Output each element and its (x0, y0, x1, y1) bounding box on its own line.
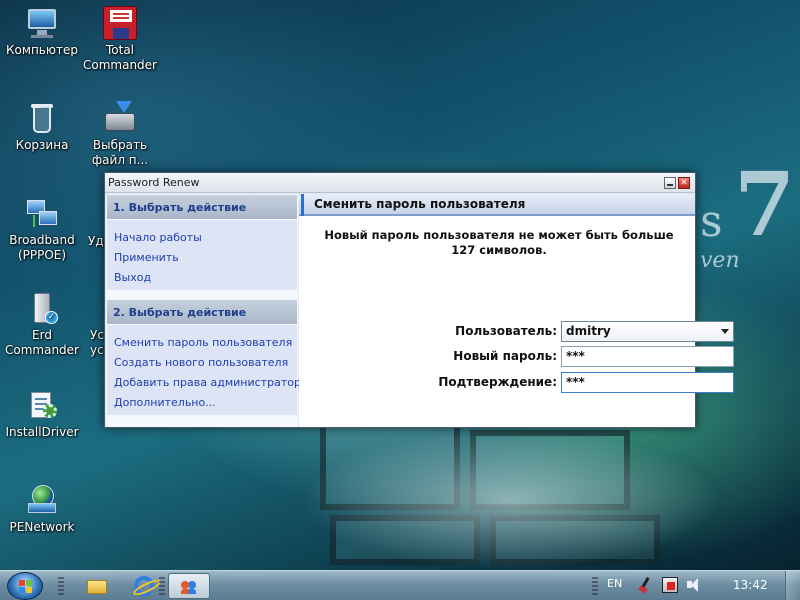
user-label: Пользователь: (455, 324, 557, 338)
info-text: Новый пароль пользователя не может быть … (324, 228, 674, 257)
password-renew-task-button[interactable] (168, 573, 210, 599)
computer-icon (25, 6, 59, 40)
clock[interactable]: 13:42 (733, 578, 768, 592)
window-title: Password Renew (108, 176, 200, 189)
sidebar-link-change-password[interactable]: Сменить пароль пользователя (114, 336, 292, 349)
sidebar-link-start[interactable]: Начало работы (114, 231, 202, 244)
main-panel: Сменить пароль пользователя Новый пароль… (299, 194, 734, 427)
close-button[interactable]: ✕ (678, 177, 690, 189)
select-file-icon (103, 101, 137, 135)
desktop-icon-erd-commander[interactable]: ✓ Erd Commander (0, 291, 84, 358)
main-heading: Сменить пароль пользователя (299, 194, 695, 216)
minimize-button[interactable] (664, 177, 676, 189)
desktop-icon-label: Total Commander (83, 43, 157, 72)
desktop-icon-label: Корзина (15, 138, 69, 152)
cleanup-icon[interactable] (638, 577, 654, 593)
desktop-icon-select-file[interactable]: Выбрать файл п... (78, 101, 162, 168)
sidebar-link-create-user[interactable]: Создать нового пользователя (114, 356, 288, 369)
chevron-down-icon (721, 329, 729, 334)
user-select[interactable]: dmitry (561, 321, 734, 342)
sidebar-link-apply[interactable]: Применить (114, 251, 179, 264)
internet-explorer-button[interactable] (130, 575, 156, 597)
close-icon: ✕ (680, 178, 688, 188)
wallpaper-brand-seven: 7 (734, 152, 796, 256)
start-icon (19, 580, 33, 593)
wallpaper-brand-s: s (700, 196, 723, 247)
desktop-icon-total-commander[interactable]: Total Commander (78, 6, 162, 73)
confirm-password-field[interactable]: *** (561, 372, 734, 393)
desktop-icon-label: InstallDriver (5, 425, 79, 439)
network-tray-icon[interactable] (662, 577, 678, 593)
taskbar-grip[interactable] (159, 577, 165, 595)
user-select-value: dmitry (566, 324, 611, 338)
language-indicator[interactable]: EN (607, 577, 622, 590)
taskbar-grip[interactable] (592, 577, 598, 595)
desktop-icon-label: Broadband (PPPOE) (9, 233, 75, 262)
new-password-value: *** (566, 349, 585, 363)
desktop-icon-label: Компьютер (6, 43, 78, 57)
show-desktop-button[interactable] (785, 571, 800, 600)
desktop-icon-label: Erd Commander (5, 328, 79, 357)
sidebar-section-1-body: Начало работы Применить Выход (107, 220, 297, 290)
desktop-icon-label: PENetwork (9, 520, 75, 534)
desktop-icon-broadband[interactable]: Broadband (PPPOE) (0, 196, 84, 263)
desktop-icon-install-driver[interactable]: InstallDriver (0, 388, 84, 440)
sidebar-section-2-body: Сменить пароль пользователя Создать ново… (107, 325, 308, 415)
explorer-folder-button[interactable] (84, 575, 110, 597)
taskbar: EN 13:42 (0, 570, 800, 600)
start-button[interactable] (7, 572, 43, 600)
explorer-folder-icon (87, 580, 107, 594)
window-titlebar[interactable]: Password Renew ✕ (105, 173, 695, 193)
password-renew-window: Password Renew ✕ 1. Выбрать действие Нач… (104, 172, 734, 428)
sidebar-link-exit[interactable]: Выход (114, 271, 151, 284)
sidebar-section-1-header: 1. Выбрать действие (107, 195, 297, 219)
floppy-icon (103, 6, 137, 40)
sidebar-link-more[interactable]: Дополнительно... (114, 396, 216, 409)
recycle-bin-icon (25, 101, 59, 135)
new-password-label: Новый пароль: (453, 349, 557, 363)
sidebar: 1. Выбрать действие Начало работы Примен… (106, 194, 308, 427)
wallpaper-light (300, 430, 720, 570)
install-driver-icon (25, 388, 59, 422)
desktop-icon-computer[interactable]: Компьютер (0, 6, 84, 58)
sidebar-section-2-header: 2. Выбрать действие (107, 300, 297, 324)
confirm-password-label: Подтверждение: (438, 375, 557, 389)
pe-network-icon (25, 483, 59, 517)
volume-icon[interactable] (686, 577, 702, 593)
taskbar-grip[interactable] (58, 577, 64, 595)
desktop-icon-recycle-bin[interactable]: Корзина (0, 101, 84, 153)
desktop-icon-label: Выбрать файл п... (91, 138, 149, 167)
password-renew-task-icon (181, 580, 197, 594)
new-password-field[interactable]: *** (561, 346, 734, 367)
sidebar-link-add-admin[interactable]: Добавить права администратора (114, 376, 308, 389)
erd-commander-icon: ✓ (25, 291, 59, 325)
desktop-icon-pe-network[interactable]: PENetwork (0, 483, 84, 535)
wallpaper-brand-edition: ven (700, 248, 740, 273)
confirm-password-value: *** (566, 375, 585, 389)
internet-explorer-icon (134, 576, 154, 596)
network-connection-icon (25, 196, 59, 230)
